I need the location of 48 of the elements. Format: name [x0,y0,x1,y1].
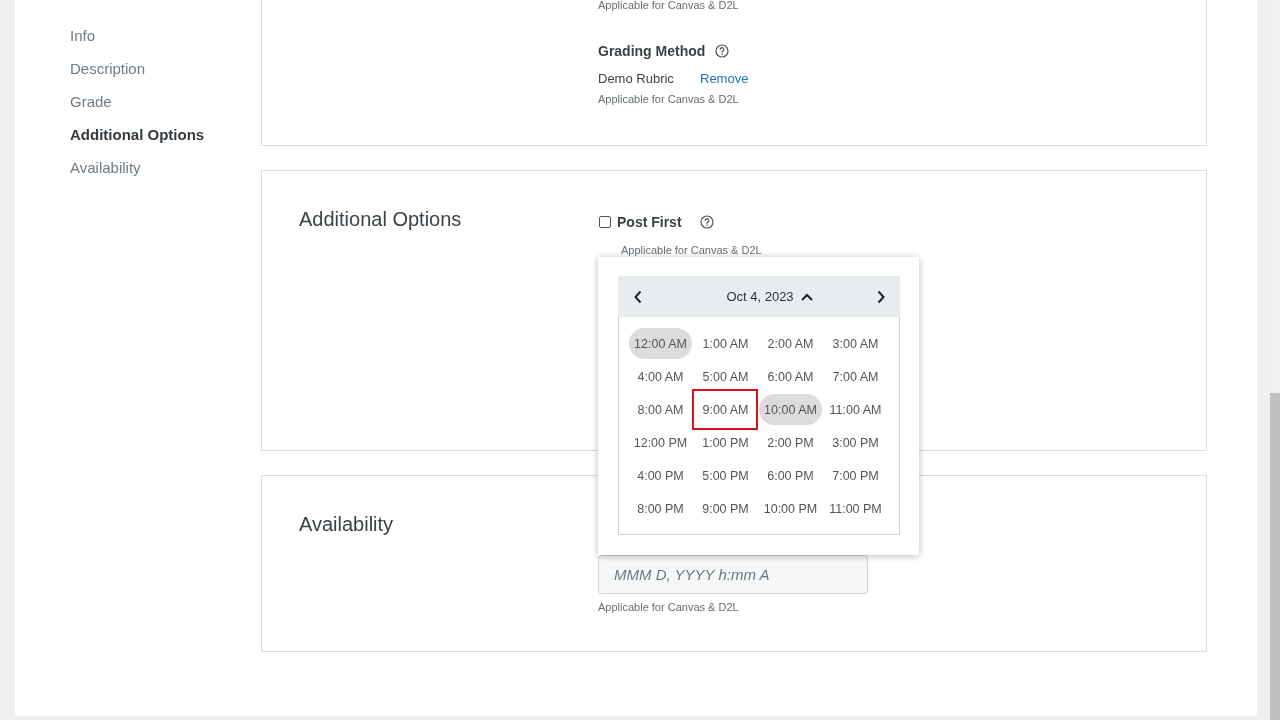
time-option[interactable]: 2:00 AM [759,328,822,359]
platform-note: Applicable for Canvas & D2L [598,92,739,106]
sidebar-item[interactable]: Additional Options [70,118,205,151]
time-option[interactable]: 1:00 PM [694,427,757,458]
time-option[interactable]: 7:00 PM [824,460,887,491]
time-option[interactable]: 6:00 PM [759,460,822,491]
time-option[interactable]: 3:00 PM [824,427,887,458]
time-option[interactable]: 5:00 AM [694,361,757,392]
time-option[interactable]: 11:00 PM [824,493,887,524]
sidebar-item[interactable]: Description [70,52,146,85]
help-icon[interactable] [699,215,714,229]
time-option[interactable]: 8:00 AM [629,394,692,425]
platform-note: Applicable for Canvas & D2L [598,600,739,614]
time-option[interactable]: 7:00 AM [824,361,887,392]
sidebar-item[interactable]: Info [70,19,96,52]
platform-note: Applicable for Canvas & D2L [598,0,739,11]
time-option[interactable]: 6:00 AM [759,361,822,392]
post-first-label: Post First [617,214,682,230]
time-option[interactable]: 1:00 AM [694,328,757,359]
time-option[interactable]: 2:00 PM [759,427,822,458]
section-title: Additional Options [299,207,462,231]
time-option[interactable]: 8:00 PM [629,493,692,524]
platform-note: Applicable for Canvas & D2L [621,243,762,257]
date-time-field[interactable]: MMM D, YYYY h:mm A [598,555,868,594]
help-icon[interactable] [715,44,730,58]
time-option[interactable]: 9:00 PM [694,493,757,524]
time-option[interactable]: 9:00 AM [694,394,757,425]
time-option[interactable]: 3:00 AM [824,328,887,359]
time-option[interactable]: 10:00 PM [759,493,822,524]
grading-method-label: Grading Method [598,43,706,59]
date-toggle[interactable]: Oct 4, 2023 [726,289,813,304]
time-option[interactable]: 10:00 AM [759,394,822,425]
time-option[interactable]: 5:00 PM [694,460,757,491]
checkbox[interactable] [599,216,611,228]
sidebar-item[interactable]: Availability [70,151,141,184]
rubric-name: Demo Rubric [598,70,675,86]
sidebar-item[interactable]: Grade [70,85,112,118]
section-title: Availability [299,512,394,536]
time-option[interactable]: 4:00 AM [629,361,692,392]
time-option[interactable]: 12:00 AM [629,328,692,359]
scrollbar-thumb[interactable] [1270,393,1280,720]
previous-icon[interactable] [633,289,643,304]
time-option[interactable]: 11:00 AM [824,394,887,425]
remove-link[interactable]: Remove [700,70,749,86]
caret-up-icon [800,292,813,301]
time-option[interactable]: 4:00 PM [629,460,692,491]
time-option[interactable]: 12:00 PM [629,427,692,458]
next-icon[interactable] [876,289,886,304]
